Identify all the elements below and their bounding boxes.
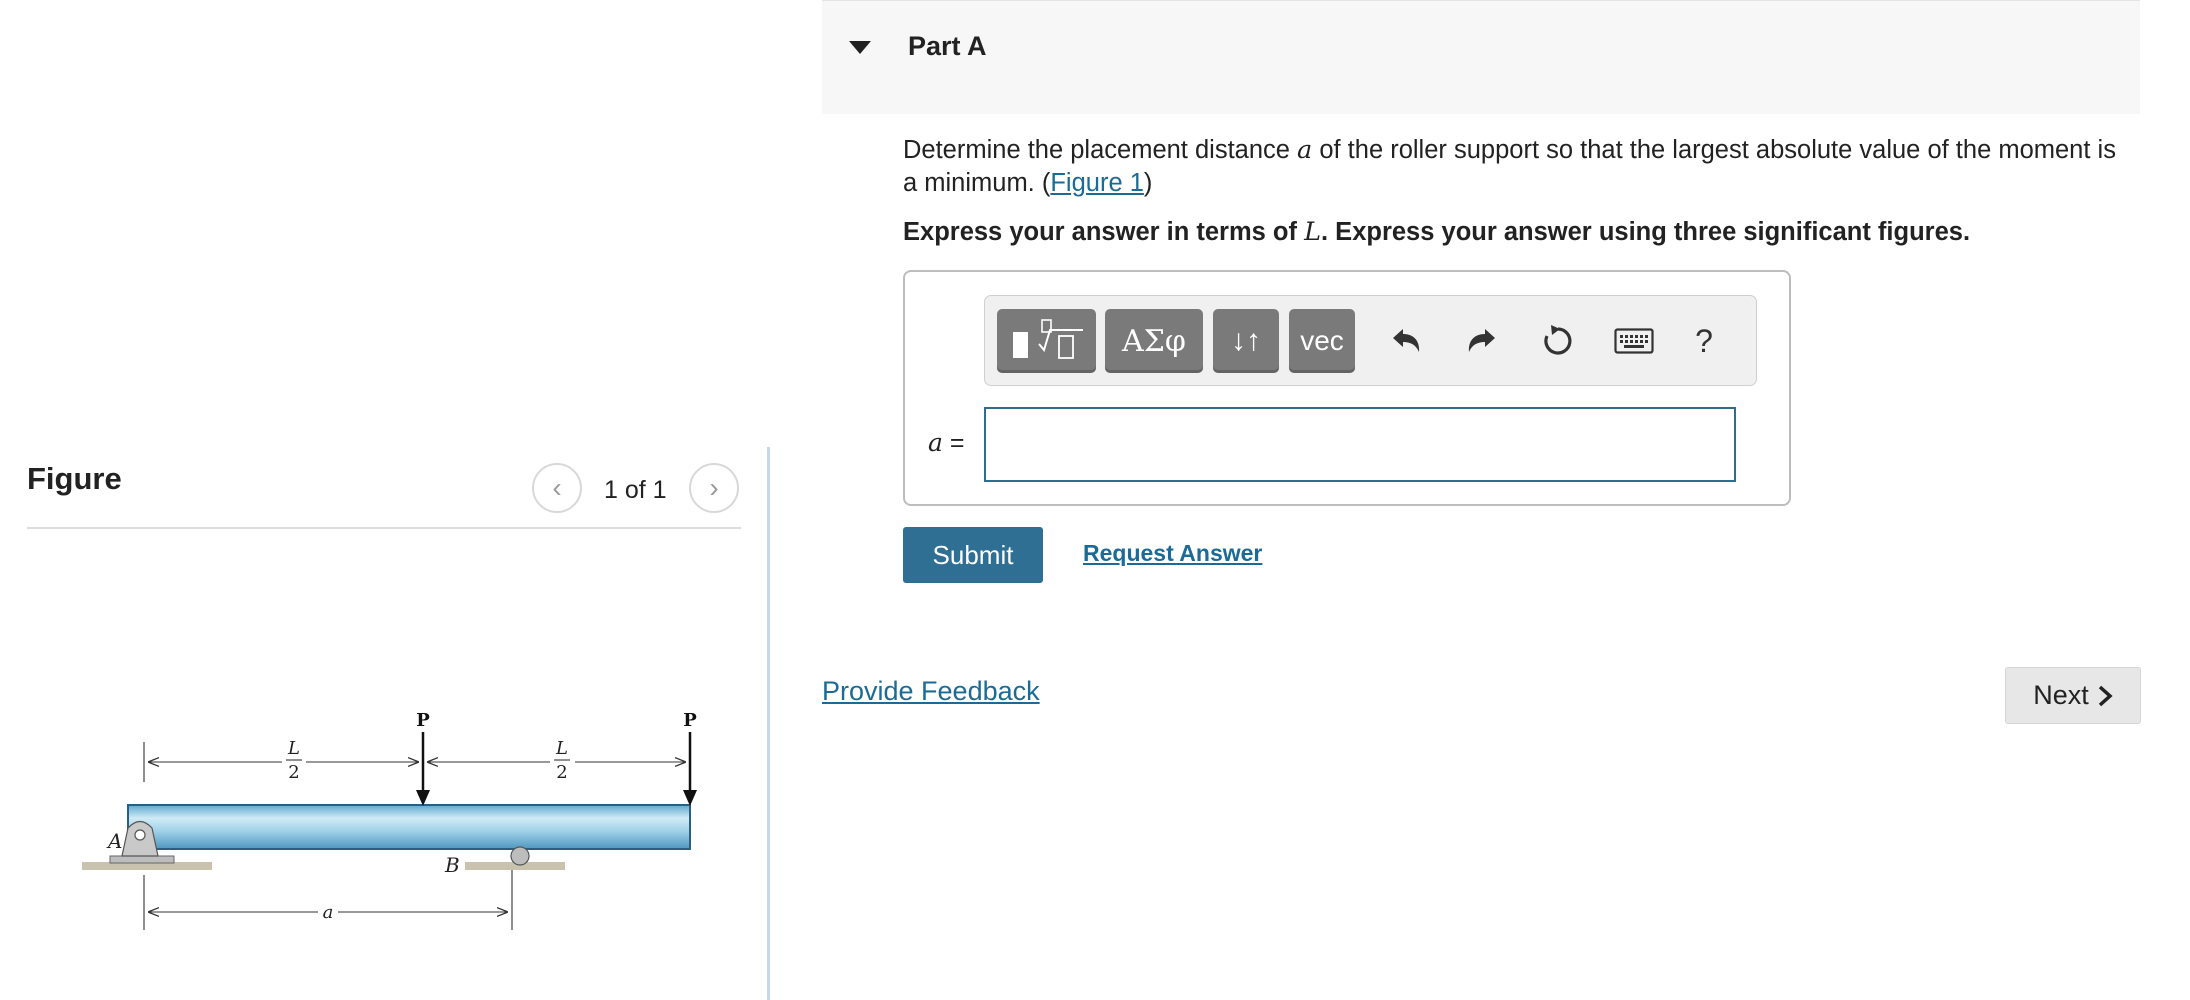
answer-label: a = [928,428,965,457]
figure-title: Figure [27,461,122,496]
panel-divider [767,447,770,1000]
svg-text:2: 2 [556,762,567,783]
half-span-left-label: L 2 [286,738,302,783]
beam-diagram: P P L 2 L 2 A B a [82,710,697,930]
templates-icon [1012,319,1083,359]
vector-button[interactable]: vec [1289,309,1355,373]
svg-text:2: 2 [288,762,299,783]
load-label-2: P [683,710,697,731]
dimension-a-label: a [323,902,334,923]
previous-figure-button[interactable]: ‹ [532,463,582,513]
support-a-label: A [106,829,122,853]
provide-feedback-link[interactable]: Provide Feedback [822,676,1040,707]
answer-input[interactable] [984,407,1736,482]
figure-link[interactable]: Figure 1 [1050,169,1144,197]
dimension-top [143,742,686,782]
next-button[interactable]: Next [2005,667,2141,724]
half-span-right-label: L 2 [554,738,570,783]
help-button[interactable]: ? [1675,311,1733,371]
submit-button[interactable]: Submit [903,527,1043,583]
answer-instructions: Express your answer in terms of L. Expre… [903,217,1971,247]
request-answer-link[interactable]: Request Answer [1083,540,1262,567]
load-label-1: P [416,710,430,731]
beam [127,804,691,850]
part-header[interactable]: Part A [822,0,2140,114]
load-arrow-2: P [683,710,697,806]
chevron-right-icon [2098,685,2113,706]
redo-icon [1468,329,1495,352]
roller-support-b [510,846,530,866]
reset-icon [1544,325,1572,355]
question-text: Determine the placement distance a of th… [903,135,2116,197]
keyboard-button[interactable] [1605,311,1663,371]
next-figure-button[interactable]: › [689,463,739,513]
greek-symbols-button[interactable]: ΑΣφ [1105,309,1203,373]
math-toolbar: ΑΣφ ↓↑ vec ? [984,295,1757,386]
svg-text:L: L [287,738,300,759]
next-label: Next [2033,680,2089,710]
undo-button[interactable] [1377,311,1435,371]
ground-left [82,855,212,870]
templates-button[interactable] [997,309,1096,373]
part-title: Part A [908,31,987,61]
undo-icon [1393,329,1420,352]
caret-down-icon[interactable] [849,41,871,54]
keyboard-icon [1614,328,1654,354]
figure-panel: Figure ‹ 1 of 1 › P P L 2 L 2 A B a [0,0,768,1000]
figure-counter: 1 of 1 [604,476,667,504]
instructions-variable: L [1304,217,1322,247]
arrows-button[interactable]: ↓↑ [1213,309,1279,373]
chevron-left-icon: ‹ [552,472,562,503]
chevron-right-icon: › [709,472,719,503]
help-icon: ? [1695,322,1713,359]
support-b-label: B [444,853,460,877]
svg-text:L: L [555,738,568,759]
figure-divider [27,527,741,529]
question-variable: a [1297,135,1313,165]
reset-button[interactable] [1529,311,1587,371]
load-arrow-1: P [416,710,430,806]
answer-box: ΑΣφ ↓↑ vec ? a = [903,270,1791,506]
redo-button[interactable] [1453,311,1511,371]
